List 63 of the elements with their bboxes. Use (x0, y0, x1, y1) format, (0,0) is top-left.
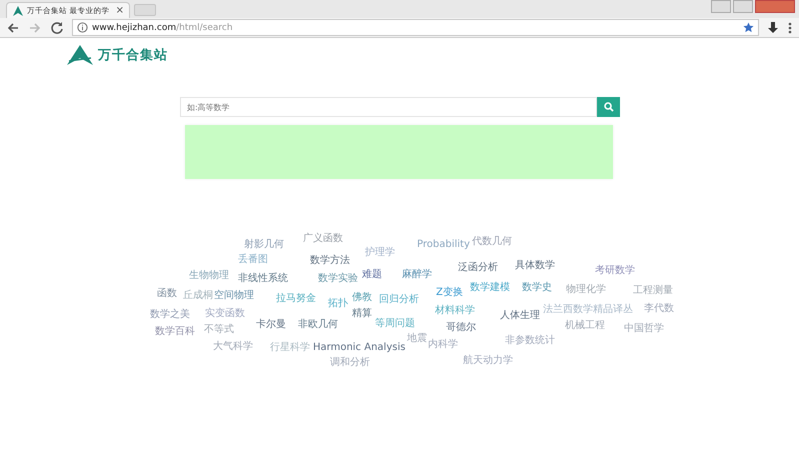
tag-link[interactable]: 难题 (362, 268, 382, 281)
tag-link[interactable]: 函数 (157, 287, 177, 300)
reload-icon[interactable] (50, 20, 64, 34)
tag-link[interactable]: 不等式 (204, 323, 234, 336)
tag-link[interactable]: 哥德尔 (446, 321, 476, 334)
tag-link[interactable]: 具体数学 (515, 259, 555, 272)
tag-link[interactable]: 回归分析 (379, 293, 419, 306)
tag-link[interactable]: 非欧几何 (298, 318, 338, 331)
tag-link[interactable]: 工程测量 (633, 284, 673, 297)
tag-link[interactable]: 空间物理 (214, 289, 254, 302)
tag-link[interactable]: 航天动力学 (463, 354, 513, 367)
tag-link[interactable]: 数学史 (522, 281, 552, 294)
tag-link[interactable]: Z变换 (436, 286, 463, 299)
tag-link[interactable]: 数学方法 (310, 254, 350, 267)
tag-link[interactable]: 行星科学 (270, 341, 310, 354)
tag-link[interactable]: 数学百科 (155, 325, 195, 338)
tag-link[interactable]: 中国哲学 (624, 322, 664, 335)
tag-link[interactable]: 护理学 (365, 246, 395, 259)
tag-link[interactable]: 内科学 (428, 338, 458, 351)
tag-link[interactable]: Probability (417, 238, 470, 251)
tag-link[interactable]: 拓扑 (328, 297, 348, 310)
search-field[interactable]: 如:高等数学 (180, 97, 597, 117)
tag-link[interactable]: 材料科学 (435, 304, 475, 317)
close-icon[interactable]: × (116, 5, 124, 16)
tag-link[interactable]: 考研数学 (595, 264, 635, 277)
search-button[interactable] (597, 97, 620, 117)
tag-link[interactable]: 李代数 (644, 302, 674, 315)
tag-link[interactable]: 人体生理 (500, 309, 540, 322)
tag-link[interactable]: 射影几何 (244, 238, 284, 251)
info-icon[interactable] (77, 22, 88, 33)
tag-link[interactable]: Harmonic Analysis (313, 341, 406, 354)
star-icon[interactable] (743, 22, 754, 33)
tag-link[interactable]: 大气科学 (213, 340, 253, 353)
tag-link[interactable]: 代数几何 (472, 235, 512, 248)
tag-link[interactable]: 法兰西数学精品译丛 (543, 303, 633, 316)
tag-link[interactable]: 地震 (407, 332, 427, 345)
tag-link[interactable]: 机械工程 (565, 319, 605, 332)
tag-link[interactable]: 拉马努金 (276, 292, 316, 305)
tag-link[interactable]: 丢番图 (238, 253, 268, 266)
tag-link[interactable]: 生物物理 (189, 269, 229, 282)
tag-link[interactable]: 物理化学 (566, 283, 606, 296)
search-icon (604, 102, 614, 112)
tag-link[interactable]: 卡尔曼 (256, 318, 286, 331)
menu-icon[interactable] (787, 20, 793, 34)
tag-link[interactable]: 麻醉学 (402, 268, 432, 281)
tag-link[interactable]: 等周问题 (375, 317, 415, 330)
tag-link[interactable]: 丘成桐 (183, 289, 213, 302)
tag-link[interactable]: 佛教 (352, 291, 372, 304)
tag-link[interactable]: 数学实验 (318, 272, 358, 285)
tag-link[interactable]: 精算 (352, 307, 372, 320)
tag-link[interactable]: 调和分析 (330, 356, 370, 369)
back-icon[interactable] (6, 20, 20, 34)
download-icon[interactable] (767, 20, 779, 34)
tag-link[interactable]: 数学之美 (150, 308, 190, 321)
tag-link[interactable]: 数学建模 (470, 281, 510, 294)
logo-icon (66, 44, 94, 66)
tag-link[interactable]: 非线性系统 (238, 272, 288, 285)
site-logo-text: 万千合集站 (98, 46, 168, 64)
tag-link[interactable]: 泛函分析 (458, 261, 498, 274)
tag-link[interactable]: 非参数统计 (505, 334, 555, 347)
address-bar[interactable]: www.hejizhan.com/html/search (72, 19, 759, 36)
tag-link[interactable]: 实变函数 (205, 307, 245, 320)
tag-link[interactable]: 广义函数 (303, 232, 343, 245)
